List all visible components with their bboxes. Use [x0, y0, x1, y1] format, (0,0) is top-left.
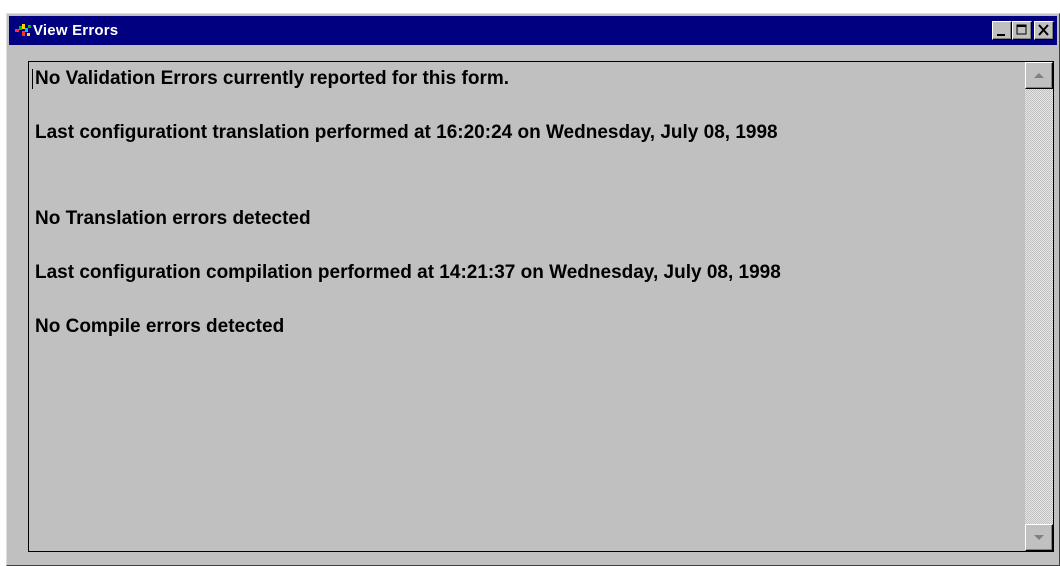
- text-caret: [32, 69, 33, 89]
- compilation-time-line: Last configuration compilation performed…: [35, 262, 781, 283]
- errors-text-box[interactable]: No Validation Errors currently reported …: [28, 61, 1054, 552]
- title-bar[interactable]: View Errors: [9, 16, 1057, 45]
- scroll-up-button[interactable]: [1025, 62, 1053, 89]
- errors-text-area[interactable]: No Validation Errors currently reported …: [29, 62, 1024, 551]
- close-icon: [1038, 24, 1049, 36]
- minimize-icon: [997, 34, 1005, 36]
- maximize-icon: [1016, 24, 1027, 35]
- maximize-button[interactable]: [1012, 21, 1032, 40]
- compile-status-line: No Compile errors detected: [35, 316, 285, 337]
- translation-status-line: No Translation errors detected: [35, 208, 311, 229]
- scroll-down-arrow-icon: [1034, 535, 1044, 540]
- app-colorful-icon[interactable]: [14, 22, 33, 39]
- translation-time-line: Last configurationt translation performe…: [35, 122, 778, 143]
- window-title: View Errors: [33, 22, 119, 39]
- validation-status-line: No Validation Errors currently reported …: [35, 68, 510, 89]
- minimize-button[interactable]: [992, 21, 1012, 40]
- vertical-scrollbar[interactable]: [1024, 62, 1053, 551]
- scroll-up-arrow-icon: [1034, 73, 1044, 78]
- scroll-down-button[interactable]: [1025, 524, 1053, 551]
- close-button[interactable]: [1034, 21, 1054, 40]
- view-errors-window: View Errors No Validation Errors current…: [6, 13, 1060, 566]
- window-controls: [992, 21, 1054, 41]
